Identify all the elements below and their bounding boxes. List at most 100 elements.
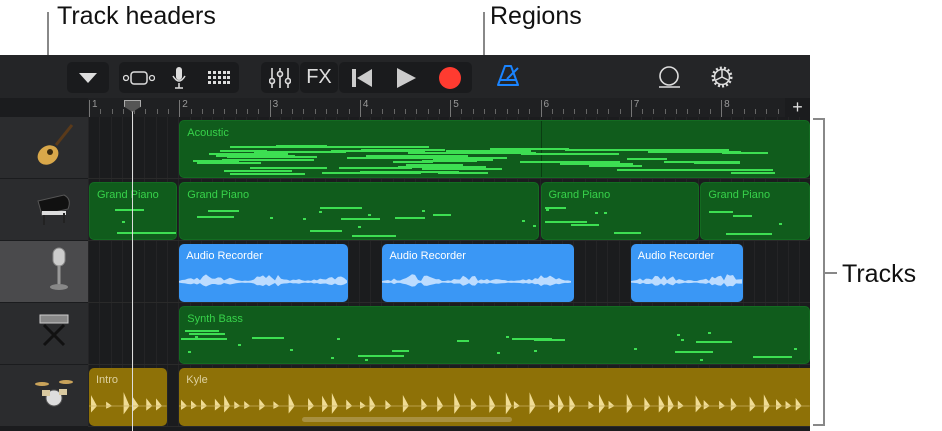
track-header-audio-recorder[interactable] xyxy=(0,241,88,303)
midi-note xyxy=(349,167,409,170)
go-to-beginning-button[interactable] xyxy=(340,68,384,87)
ruler-tick xyxy=(348,109,350,114)
midi-note xyxy=(223,169,293,172)
midi-note xyxy=(648,151,741,154)
grid-line xyxy=(358,241,360,302)
region[interactable]: Grand Piano xyxy=(89,182,178,240)
midi-note xyxy=(368,214,372,217)
region[interactable]: Grand Piano xyxy=(540,182,699,240)
region[interactable]: Audio Recorder xyxy=(382,244,574,302)
midi-note xyxy=(696,341,733,344)
waveform xyxy=(179,274,348,287)
ruler-tick xyxy=(337,109,339,114)
midi-note xyxy=(725,233,772,236)
fx-button[interactable]: FX xyxy=(300,62,338,93)
region[interactable]: Grand Piano xyxy=(179,182,539,240)
region-label: Synth Bass xyxy=(187,313,243,325)
midi-note xyxy=(309,229,342,232)
loop-browser-button[interactable] xyxy=(658,66,682,95)
midi-note xyxy=(208,209,239,212)
midi-note xyxy=(506,336,510,339)
play-button[interactable] xyxy=(384,67,428,88)
ruler-tick xyxy=(461,109,463,114)
ruler-tick xyxy=(371,109,373,114)
midi-note xyxy=(347,157,464,160)
playhead[interactable] xyxy=(132,107,133,431)
track-lane-synth-bass[interactable]: Synth Bass xyxy=(88,303,810,365)
ruler-tick xyxy=(777,109,779,114)
midi-note xyxy=(733,214,753,217)
ruler-tick xyxy=(280,109,282,114)
ruler-tick xyxy=(326,109,328,114)
track-header-synth-bass[interactable] xyxy=(0,303,88,365)
settings-button[interactable] xyxy=(710,65,734,94)
grid-line xyxy=(121,303,123,364)
track-header-acoustic-guitar[interactable] xyxy=(0,117,88,179)
midi-note xyxy=(341,218,381,221)
midi-note xyxy=(497,351,501,354)
garageband-window: FX 12345678 + Acoustic Grand Piano Grand P… xyxy=(0,55,810,431)
grid-line xyxy=(155,241,157,302)
region[interactable]: Acoustic xyxy=(179,120,810,178)
midi-note xyxy=(594,211,598,214)
midi-note xyxy=(676,334,680,337)
grid-line xyxy=(799,241,801,302)
grid-line xyxy=(133,117,135,178)
track-lane-acoustic-guitar[interactable]: Acoustic xyxy=(88,117,810,179)
gear-icon xyxy=(711,66,733,88)
region[interactable]: Audio Recorder xyxy=(630,244,743,302)
ruler[interactable]: 1 2 3 4 5 6 7 8 xyxy=(88,98,785,117)
midi-note xyxy=(433,214,451,217)
microphone-button[interactable] xyxy=(159,66,199,89)
ruler-tick xyxy=(292,109,294,114)
grid-line xyxy=(742,241,744,302)
add-section-button[interactable]: + xyxy=(785,98,810,117)
region[interactable]: Intro xyxy=(89,368,167,426)
track-header-drums[interactable] xyxy=(0,365,88,427)
region-label: Grand Piano xyxy=(97,189,159,201)
track-header-grand-piano[interactable] xyxy=(0,179,88,241)
ruler-tick xyxy=(145,109,147,114)
tracks-view-button[interactable] xyxy=(119,70,159,85)
region[interactable]: Grand Piano xyxy=(700,182,810,240)
midi-note xyxy=(220,150,267,153)
mixer-sliders-icon xyxy=(269,67,291,88)
keyboard-grid-button[interactable] xyxy=(199,70,239,85)
midi-note xyxy=(188,351,192,354)
metronome-button[interactable] xyxy=(496,65,520,92)
region-label: Acoustic xyxy=(187,127,229,139)
ruler-tick xyxy=(122,109,124,114)
midi-note xyxy=(150,231,177,234)
grid-line xyxy=(110,117,112,178)
horizontal-scrollbar[interactable] xyxy=(302,417,512,422)
ruler-tick xyxy=(303,109,305,114)
midi-note xyxy=(680,339,684,342)
midi-note xyxy=(184,329,220,332)
grid-line xyxy=(167,365,168,426)
waveform xyxy=(630,274,742,287)
midi-note xyxy=(421,210,425,213)
bar-number: 7 xyxy=(633,99,640,110)
mixer-button[interactable] xyxy=(261,62,299,93)
track-lane-audio-recorder[interactable]: Audio Recorder Audio Recorder Audio Record… xyxy=(88,241,810,303)
midi-note xyxy=(370,155,413,157)
midi-note xyxy=(614,232,641,234)
triangle-down-icon xyxy=(79,72,97,83)
record-button[interactable] xyxy=(428,66,472,89)
ruler-tick xyxy=(687,109,689,114)
region[interactable]: Audio Recorder xyxy=(179,244,349,302)
grid-line xyxy=(370,241,372,302)
grid-line xyxy=(88,303,89,364)
grid-line xyxy=(121,117,123,178)
region[interactable]: Synth Bass xyxy=(179,306,810,364)
ruler-tick xyxy=(585,109,587,114)
midi-note xyxy=(359,171,459,174)
midi-note xyxy=(269,217,273,220)
ruler-tick xyxy=(100,109,102,114)
browser-menu-button[interactable] xyxy=(67,62,109,93)
midi-note xyxy=(457,340,469,343)
ruler-tick xyxy=(675,109,677,114)
grid-line xyxy=(121,241,123,302)
track-lane-grand-piano[interactable]: Grand Piano Grand Piano Grand Piano Grand P… xyxy=(88,179,810,241)
midi-note xyxy=(357,355,404,358)
